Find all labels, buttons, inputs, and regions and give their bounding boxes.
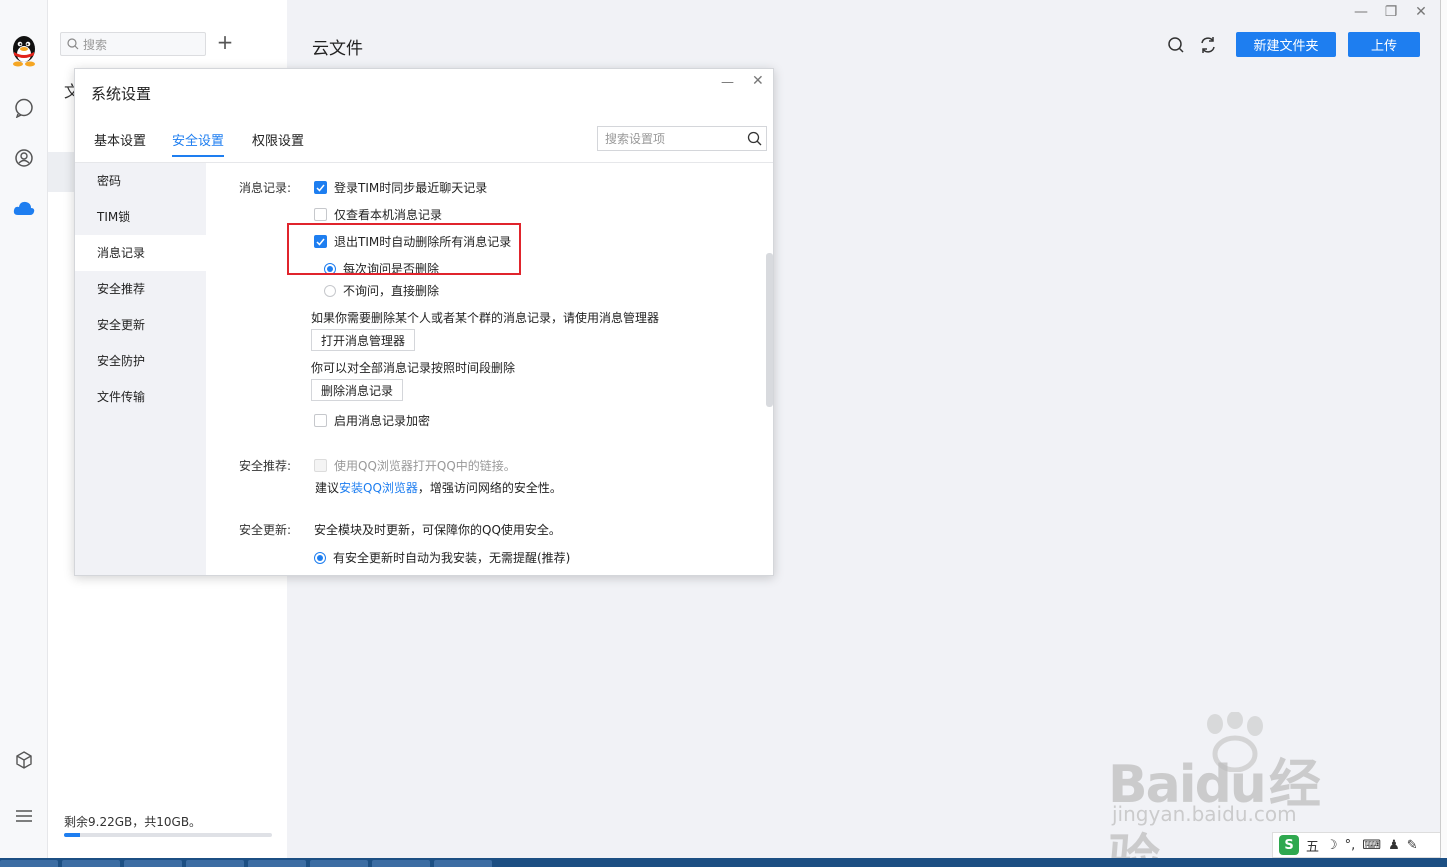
settings-search-placeholder: 搜索设置项 — [605, 132, 666, 146]
cloud-icon[interactable] — [12, 196, 36, 220]
keyboard-icon[interactable]: ⌨ — [1362, 838, 1381, 853]
install-qq-browser-link[interactable]: 安装QQ浏览器 — [339, 481, 418, 495]
taskbar-item[interactable] — [434, 860, 492, 867]
no-ask-radio[interactable] — [324, 284, 336, 297]
local-only-checkbox[interactable] — [314, 208, 327, 221]
scrollbar-thumb[interactable] — [766, 253, 773, 407]
search-icon[interactable] — [1167, 36, 1185, 54]
dialog-title: 系统设置 — [91, 85, 152, 103]
restore-icon[interactable]: ❐ — [1384, 4, 1398, 20]
qq-browser-checkbox[interactable] — [314, 459, 327, 472]
tab-basic[interactable]: 基本设置 — [94, 130, 146, 155]
search-input[interactable]: 搜索 — [60, 32, 206, 56]
tab-security[interactable]: 安全设置 — [172, 130, 225, 157]
encrypt-label: 启用消息记录加密 — [334, 414, 431, 428]
qq-browser-label: 使用QQ浏览器打开QQ中的链接。 — [334, 459, 516, 473]
red-highlight-box — [287, 223, 521, 275]
refresh-icon[interactable] — [1199, 36, 1217, 54]
sync-recent-chat-option[interactable]: 登录TIM时同步最近聊天记录 — [314, 179, 487, 196]
encrypt-option[interactable]: 启用消息记录加密 — [314, 412, 430, 429]
side-item-tim-lock[interactable]: TIM锁 — [75, 199, 206, 235]
taskbar-item[interactable] — [372, 860, 430, 867]
delete-records-button[interactable]: 删除消息记录 — [311, 379, 404, 401]
security-update-label: 安全更新: — [239, 523, 292, 537]
no-ask-option[interactable]: 不询问，直接删除 — [324, 282, 439, 299]
delete-by-time-hint: 你可以对全部消息记录按照时间段删除 — [311, 361, 516, 375]
taskbar-item[interactable] — [186, 860, 244, 867]
cube-icon[interactable] — [12, 748, 36, 772]
punctuation-icon[interactable]: °, — [1345, 838, 1356, 853]
ime-tray: S 五 ☽ °, ⌨ ♟ ✎ — [1272, 832, 1447, 858]
encrypt-checkbox[interactable] — [314, 414, 327, 427]
add-button[interactable]: + — [216, 30, 234, 54]
open-message-manager-button[interactable]: 打开消息管理器 — [311, 329, 416, 351]
minimize-icon[interactable]: — — [1354, 4, 1368, 20]
taskbar-item[interactable] — [124, 860, 182, 867]
contacts-icon[interactable] — [12, 146, 36, 170]
qq-browser-option[interactable]: 使用QQ浏览器打开QQ中的链接。 — [314, 457, 516, 474]
watermark-url: jingyan.baidu.com — [1112, 802, 1297, 826]
page-title: 云文件 — [312, 39, 363, 59]
dialog-close-icon[interactable]: ✕ — [752, 73, 764, 89]
taskbar-item[interactable] — [310, 860, 368, 867]
left-rail — [0, 0, 48, 867]
side-item-file-transfer[interactable]: 文件传输 — [75, 379, 206, 415]
search-placeholder: 搜索 — [83, 37, 108, 52]
check-icon — [316, 184, 325, 192]
settings-search-input[interactable]: 搜索设置项 — [597, 126, 767, 151]
settings-side-nav: 密码 TIM锁 消息记录 安全推荐 安全更新 安全防护 文件传输 — [75, 163, 206, 575]
taskbar — [0, 858, 1447, 867]
new-folder-button[interactable]: 新建文件夹 — [1236, 32, 1336, 57]
taskbar-item[interactable] — [0, 860, 58, 867]
chat-icon[interactable] — [12, 96, 36, 120]
search-icon — [67, 38, 79, 50]
baidu-watermark: Baidu经验 jingyan.baidu.com — [1108, 712, 1368, 867]
side-item-security-update[interactable]: 安全更新 — [75, 307, 206, 343]
sync-checkbox[interactable] — [314, 181, 327, 194]
storage-bar-fill — [64, 833, 81, 837]
search-icon — [747, 131, 762, 146]
settings-dialog: 系统设置 — ✕ 基本设置 安全设置 权限设置 搜索设置项 密码 TIM锁 消息… — [74, 68, 774, 576]
install-suggestion: 建议安装QQ浏览器，增强访问网络的安全性。 — [315, 479, 562, 496]
local-only-option[interactable]: 仅查看本机消息记录 — [314, 206, 442, 223]
sogou-s-icon[interactable]: S — [1279, 835, 1299, 855]
user-icon[interactable]: ♟ — [1388, 838, 1400, 853]
qq-penguin-icon[interactable] — [8, 32, 40, 68]
auto-install-radio[interactable] — [314, 551, 326, 564]
security-update-desc: 安全模块及时更新，可保障你的QQ使用安全。 — [314, 523, 561, 537]
tab-permissions[interactable]: 权限设置 — [252, 130, 304, 155]
window-right-edge — [1440, 0, 1447, 867]
auto-install-label: 有安全更新时自动为我安装，无需提醒(推荐) — [333, 551, 571, 565]
menu-icon[interactable] — [12, 804, 36, 828]
close-icon[interactable]: ✕ — [1414, 4, 1428, 20]
taskbar-item[interactable] — [62, 860, 120, 867]
no-ask-label: 不询问，直接删除 — [343, 284, 440, 298]
moon-icon[interactable]: ☽ — [1326, 838, 1338, 853]
local-only-label: 仅查看本机消息记录 — [334, 208, 443, 222]
storage-bar — [64, 833, 272, 837]
settings-tabs: 基本设置 安全设置 权限设置 搜索设置项 — [75, 126, 773, 163]
manager-hint: 如果你需要删除某个人或者某个群的消息记录，请使用消息管理器 — [311, 311, 660, 325]
wrench-icon[interactable]: ✎ — [1407, 838, 1418, 853]
suggest-prefix: 建议 — [315, 481, 340, 495]
auto-install-option[interactable]: 有安全更新时自动为我安装，无需提醒(推荐) — [314, 549, 570, 566]
taskbar-item[interactable] — [248, 860, 306, 867]
security-recommend-label: 安全推荐: — [239, 459, 292, 473]
dialog-minimize-icon[interactable]: — — [721, 75, 734, 90]
upload-button[interactable]: 上传 — [1348, 32, 1420, 57]
sync-label: 登录TIM时同步最近聊天记录 — [334, 181, 488, 195]
side-item-message-record[interactable]: 消息记录 — [75, 235, 206, 271]
ime-mode-label[interactable]: 五 — [1306, 836, 1319, 855]
suggest-suffix: ，增强访问网络的安全性。 — [417, 481, 562, 495]
side-item-password[interactable]: 密码 — [75, 163, 206, 199]
storage-text: 剩余9.22GB，共10GB。 — [64, 815, 202, 829]
message-record-label: 消息记录: — [239, 181, 292, 195]
side-item-security-recommend[interactable]: 安全推荐 — [75, 271, 206, 307]
side-item-security-protection[interactable]: 安全防护 — [75, 343, 206, 379]
